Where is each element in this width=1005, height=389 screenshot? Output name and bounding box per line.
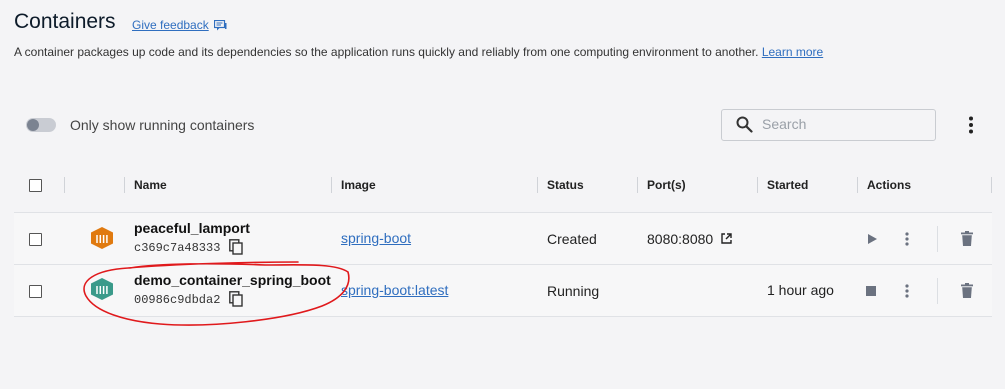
column-header-image[interactable]: Image [341,178,376,192]
search-input[interactable] [762,113,927,135]
column-divider [637,177,638,193]
column-divider [124,177,125,193]
copy-icon[interactable] [229,291,243,307]
column-header-started[interactable]: Started [767,178,808,192]
external-link-icon[interactable] [721,233,732,244]
column-header-name[interactable]: Name [134,178,167,192]
description-text: A container packages up code and its dep… [14,45,759,59]
action-divider [937,278,938,304]
column-header-status[interactable]: Status [547,178,584,192]
search-icon [736,116,753,133]
image-link[interactable]: spring-boot:latest [341,282,448,298]
stop-icon[interactable] [866,286,876,296]
status-text: Running [547,283,600,299]
container-icon [91,278,113,300]
container-name[interactable]: demo_container_spring_boot [134,272,331,288]
row-checkbox[interactable] [29,285,42,298]
started-text: 1 hour ago [767,282,834,298]
more-actions-icon[interactable] [903,231,911,247]
toggle-knob [27,119,39,131]
column-header-ports[interactable]: Port(s) [647,178,686,192]
copy-icon[interactable] [229,239,243,255]
status-text: Created [547,231,597,247]
column-divider [331,177,332,193]
more-actions-icon[interactable] [903,283,911,299]
row-checkbox[interactable] [29,233,42,246]
column-header-actions: Actions [867,178,912,192]
column-divider [857,177,858,193]
action-divider [937,226,938,252]
learn-more-link[interactable]: Learn more [762,45,823,59]
feedback-icon[interactable] [214,20,227,31]
column-divider [991,177,992,193]
page-title: Containers [14,10,116,33]
column-divider [757,177,758,193]
image-link[interactable]: spring-boot [341,230,411,246]
running-only-toggle[interactable] [26,118,56,132]
more-options-icon[interactable] [964,115,978,135]
container-id: 00986c9dbda2 [134,293,221,307]
column-divider [537,177,538,193]
container-name[interactable]: peaceful_lamport [134,220,250,236]
container-id: c369c7a48333 [134,241,221,255]
container-icon [91,227,113,249]
running-only-label: Only show running containers [70,117,255,133]
delete-icon[interactable] [961,283,973,298]
column-divider [64,177,65,193]
table-divider [14,316,992,317]
start-icon[interactable] [866,233,878,245]
port-link[interactable]: 8080:8080 [647,231,713,247]
delete-icon[interactable] [961,231,973,246]
give-feedback-link[interactable]: Give feedback [132,18,209,32]
select-all-checkbox[interactable] [29,179,42,192]
page-description: A container packages up code and its dep… [14,45,823,59]
